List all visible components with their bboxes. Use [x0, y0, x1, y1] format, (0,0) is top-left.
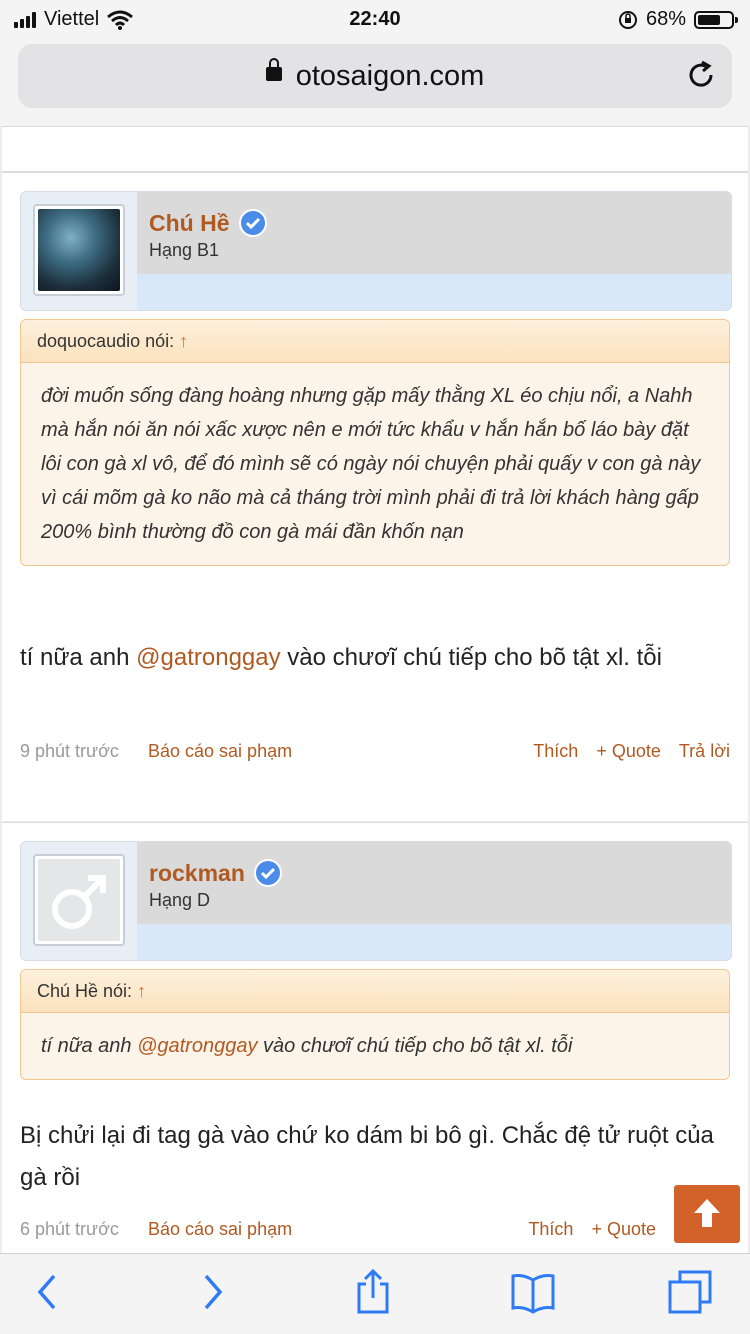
battery-icon — [694, 10, 738, 29]
avatar-image — [38, 209, 120, 291]
address-bar[interactable]: otosaigon.com — [18, 44, 732, 108]
quote-source-arrow[interactable]: ↑ — [137, 981, 146, 1001]
like-button[interactable]: Thích — [528, 1219, 573, 1240]
quote-author: Chú Hề nói: — [37, 981, 133, 1001]
message-text: vào chươĩ chú tiếp cho bõ tật xl. tỗi — [280, 644, 662, 671]
quote-button[interactable]: + Quote — [596, 741, 661, 762]
lock-icon — [265, 58, 282, 82]
quote-text-part: tí nữa anh — [41, 1035, 138, 1057]
message-text: tí nữa anh — [20, 644, 137, 671]
tabs-icon[interactable] — [666, 1268, 714, 1316]
browser-toolbar: otosaigon.com — [0, 40, 750, 126]
forward-icon[interactable] — [188, 1268, 236, 1316]
avatar[interactable] — [33, 204, 125, 296]
orientation-lock-icon — [618, 10, 637, 29]
user-rank: Hạng B1 — [149, 240, 220, 260]
default-avatar-image — [38, 859, 120, 941]
user-mention[interactable]: @gatronggay — [136, 644, 280, 671]
user-info-box: Chú Hề Hạng B1 — [20, 191, 732, 311]
post-card: rockman Hạng D Chú Hề nói: ↑ tí nữa anh … — [2, 822, 748, 1253]
avatar[interactable] — [33, 854, 125, 946]
post-actions: Thích + Quote — [528, 1219, 656, 1240]
share-icon[interactable] — [349, 1268, 397, 1316]
post-meta: 6 phút trước Báo cáo sai phạm Thích + Qu… — [20, 1219, 730, 1243]
quote-text: tí nữa anh @gatronggay vào chươĩ chú tiế… — [21, 1013, 729, 1079]
back-icon[interactable] — [24, 1268, 72, 1316]
previous-post-end — [2, 126, 748, 172]
user-rank: Hạng D — [149, 890, 211, 910]
quote-text: đời muốn sống đàng hoàng nhưng gặp mấy t… — [41, 385, 701, 543]
url-text: otosaigon.com — [295, 60, 485, 92]
quote-button[interactable]: + Quote — [591, 1219, 656, 1240]
page-content: Chú Hề Hạng B1 doquocaudio nói: ↑ đời mu… — [0, 126, 750, 1253]
arrow-up-icon — [694, 1199, 720, 1227]
post-actions: Thích + Quote Trả lời — [533, 741, 730, 762]
battery-percent: 68% — [645, 8, 686, 30]
verified-badge-icon — [238, 209, 267, 237]
quote-source-arrow[interactable]: ↑ — [179, 331, 188, 351]
reload-icon[interactable] — [684, 58, 718, 92]
username[interactable]: rockman — [149, 860, 245, 887]
username-row: rockman — [149, 858, 283, 888]
post-message: tí nữa anh @gatronggay vào chươĩ chú tiế… — [20, 637, 720, 679]
report-link[interactable]: Báo cáo sai phạm — [148, 1219, 292, 1240]
quote-block: Chú Hề nói: ↑ tí nữa anh @gatronggay vào… — [20, 969, 730, 1080]
username-row: Chú Hề — [149, 208, 268, 238]
post-time[interactable]: 6 phút trước — [20, 1219, 119, 1240]
bookmarks-icon[interactable] — [509, 1268, 557, 1316]
post-card: Chú Hề Hạng B1 doquocaudio nói: ↑ đời mu… — [2, 172, 748, 821]
status-right: 68% — [618, 8, 738, 31]
status-bar: Viettel 22:40 68% — [0, 0, 750, 40]
male-symbol-icon — [52, 875, 106, 929]
user-mention[interactable]: @gatronggay — [137, 1035, 257, 1057]
like-button[interactable]: Thích — [533, 741, 578, 762]
scroll-to-top-button[interactable] — [674, 1185, 740, 1243]
quote-block: doquocaudio nói: ↑ đời muốn sống đàng ho… — [20, 319, 730, 566]
post-time[interactable]: 9 phút trước — [20, 741, 119, 762]
post-message: Bị chửi lại đi tag gà vào chứ ko dám bi … — [20, 1122, 714, 1191]
user-info-box: rockman Hạng D — [20, 841, 732, 961]
reply-button[interactable]: Trả lời — [679, 741, 730, 762]
quote-header: Chú Hề nói: ↑ — [21, 970, 729, 1013]
quote-author: doquocaudio nói: — [37, 331, 175, 351]
report-link[interactable]: Báo cáo sai phạm — [148, 741, 292, 762]
verified-badge-icon — [253, 859, 282, 887]
post-meta: 9 phút trước Báo cáo sai phạm Thích + Qu… — [20, 741, 730, 765]
browser-bottom-toolbar — [0, 1253, 750, 1334]
url-display[interactable]: otosaigon.com — [18, 58, 732, 93]
username[interactable]: Chú Hề — [149, 210, 230, 237]
quote-header: doquocaudio nói: ↑ — [21, 320, 729, 363]
quote-text-part: vào chươĩ chú tiếp cho bõ tật xl. tỗi — [257, 1035, 573, 1057]
